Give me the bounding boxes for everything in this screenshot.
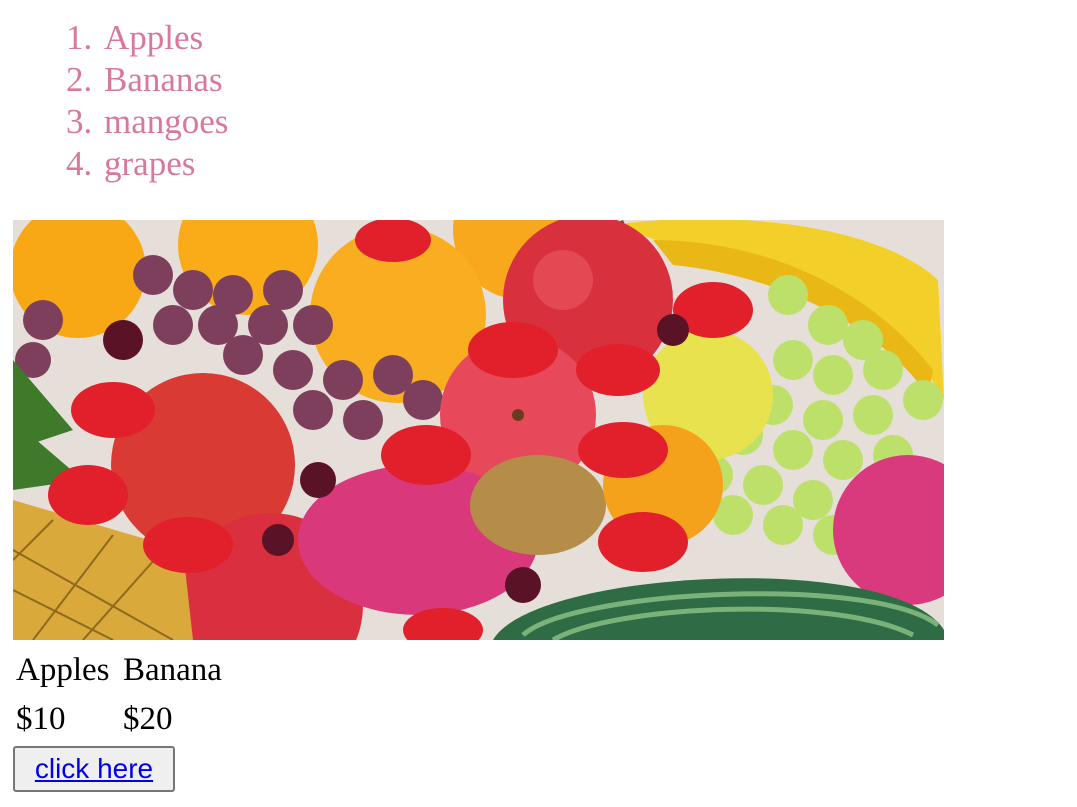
list-item-label: grapes bbox=[104, 144, 196, 183]
list-item-label: Apples bbox=[104, 18, 204, 57]
list-number: 1. bbox=[66, 18, 93, 57]
table-row: $10 $20 bbox=[15, 696, 223, 743]
click-here-button[interactable]: click here bbox=[13, 746, 175, 792]
table-row: Apples Banana bbox=[15, 647, 223, 694]
price-table: Apples Banana $10 $20 bbox=[13, 645, 225, 745]
click-here-link[interactable]: click here bbox=[35, 753, 153, 784]
list-item-label: mangoes bbox=[104, 102, 229, 141]
list-number: 2. bbox=[66, 60, 93, 99]
fruit-image bbox=[13, 220, 944, 640]
list-number: 3. bbox=[66, 102, 93, 141]
table-cell: $20 bbox=[123, 701, 173, 737]
list-item: 2. Bananas bbox=[66, 59, 228, 101]
table-cell: Banana bbox=[123, 652, 222, 688]
list-item: 3. mangoes bbox=[66, 101, 229, 143]
fruit-photo-illustration bbox=[13, 220, 944, 640]
list-item: 1. Apples bbox=[66, 17, 228, 59]
list-item: 4. grapes bbox=[66, 143, 228, 185]
list-item-label: Bananas bbox=[104, 60, 223, 99]
fruit-list: 1. Apples 2. Bananas 3. mangoes 4. grapes bbox=[0, 17, 228, 185]
table-cell: $10 bbox=[16, 701, 66, 737]
list-number: 4. bbox=[66, 144, 93, 183]
table-cell: Apples bbox=[16, 652, 110, 688]
